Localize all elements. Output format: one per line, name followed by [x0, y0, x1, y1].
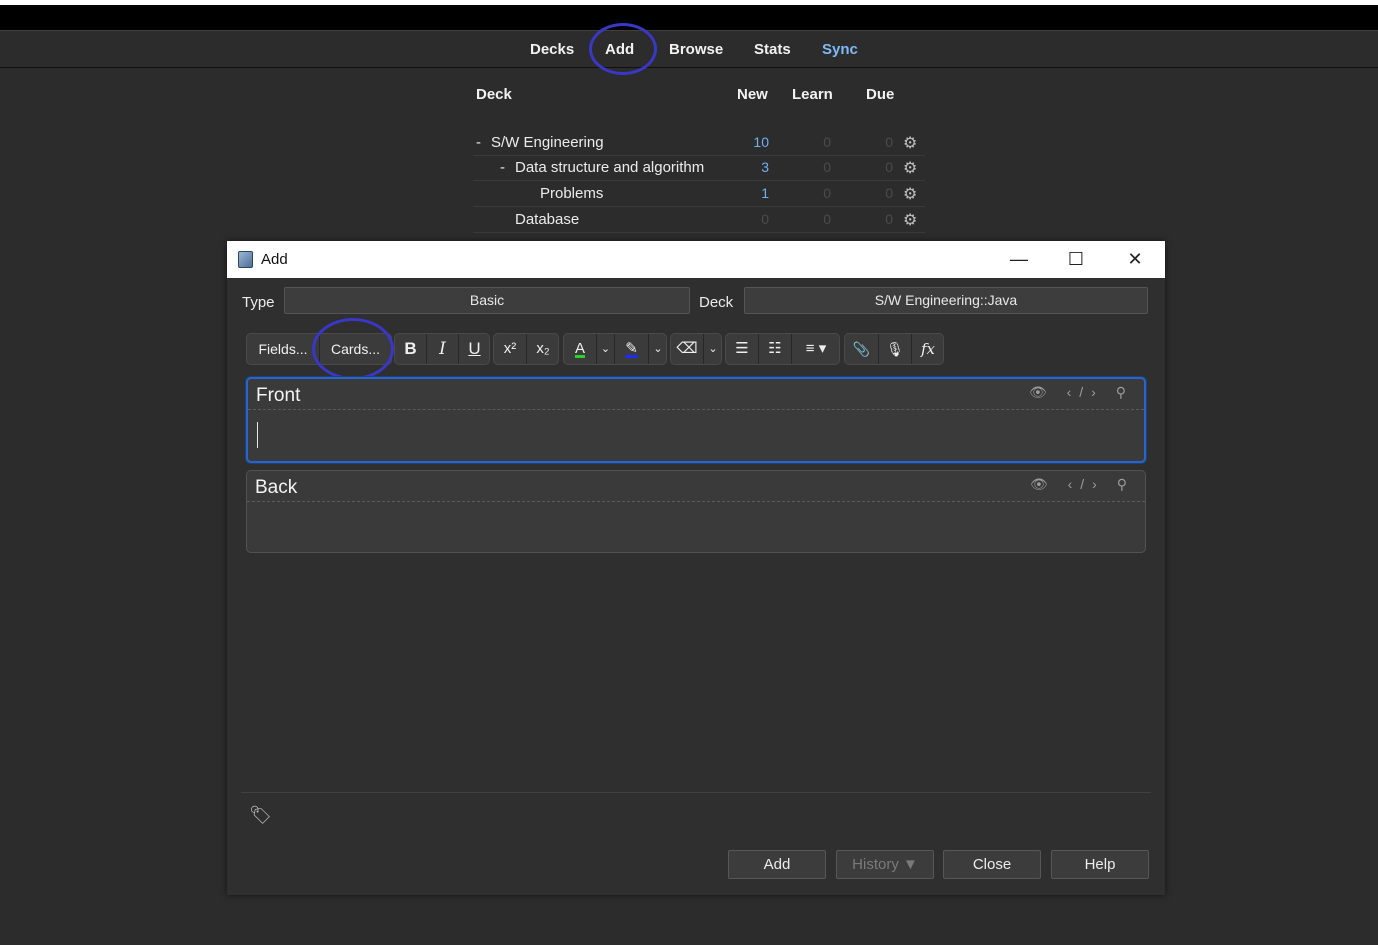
- highlight-button[interactable]: ✎: [614, 334, 648, 364]
- list-group: ☰ ☷ ≡ ▾: [725, 333, 840, 365]
- field-options-icons[interactable]: 👁 ‹/› ⚲: [1030, 476, 1135, 493]
- dialog-title: Add: [261, 251, 288, 268]
- learn-count: 0: [823, 159, 831, 175]
- eraser-icon[interactable]: ⌫: [671, 334, 703, 364]
- nav-sync[interactable]: Sync: [822, 41, 858, 58]
- due-column-header: Due: [866, 86, 895, 103]
- new-column-header: New: [737, 86, 768, 103]
- nav-browse[interactable]: Browse: [669, 41, 723, 58]
- back-field[interactable]: Back 👁 ‹/› ⚲: [246, 470, 1146, 553]
- maximize-button[interactable]: ☐: [1047, 241, 1105, 278]
- collapse-toggle[interactable]: -: [476, 134, 481, 151]
- media-group: 📎 🎙 fx: [844, 333, 944, 365]
- nav-stats[interactable]: Stats: [754, 41, 791, 58]
- nav-decks[interactable]: Decks: [530, 41, 574, 58]
- tag-icon[interactable]: 🏷: [249, 805, 272, 826]
- microphone-icon[interactable]: 🎙: [878, 334, 911, 364]
- learn-count: 0: [823, 185, 831, 201]
- bullet-list-icon[interactable]: ☰: [726, 334, 758, 364]
- text-color-button[interactable]: A: [564, 334, 596, 364]
- chevron-down-icon[interactable]: ⌄: [648, 334, 667, 364]
- learn-count: 0: [823, 211, 831, 227]
- chevron-down-icon[interactable]: ⌄: [703, 334, 722, 364]
- gear-icon[interactable]: ⚙: [903, 158, 917, 178]
- due-count: 0: [885, 185, 893, 201]
- collapse-toggle[interactable]: -: [500, 159, 505, 176]
- type-label: Type: [242, 294, 275, 311]
- add-dialog: Add — ☐ ✕ Type Basic Deck S/W Engineerin…: [227, 241, 1165, 895]
- due-count: 0: [885, 159, 893, 175]
- superscript-button[interactable]: x²: [494, 334, 526, 364]
- deck-name[interactable]: Problems: [540, 185, 603, 202]
- learn-column-header: Learn: [792, 86, 833, 103]
- deck-row[interactable]: Problems 1 0 0 ⚙: [473, 181, 925, 207]
- align-icon[interactable]: ≡ ▾: [791, 334, 840, 364]
- gear-icon[interactable]: ⚙: [903, 133, 917, 153]
- history-button[interactable]: History ▼: [836, 850, 934, 879]
- gear-icon[interactable]: ⚙: [903, 210, 917, 230]
- main-toolbar: Decks Add Browse Stats Sync: [0, 30, 1378, 68]
- subscript-button[interactable]: x₂: [526, 334, 559, 364]
- text-caret: [257, 422, 258, 448]
- italic-button[interactable]: I: [426, 334, 458, 364]
- note-type-picker[interactable]: Basic: [284, 287, 690, 314]
- close-button[interactable]: Close: [943, 850, 1041, 879]
- new-count: 0: [761, 211, 769, 227]
- learn-count: 0: [823, 134, 831, 150]
- color-group: A ⌄ ✎ ⌄: [563, 333, 667, 365]
- add-button[interactable]: Add: [728, 850, 826, 879]
- text-style-group: B I U: [394, 333, 490, 365]
- deck-picker[interactable]: S/W Engineering::Java: [744, 287, 1148, 314]
- front-field-label: Front: [256, 385, 301, 406]
- tag-divider: [241, 792, 1151, 793]
- close-window-button[interactable]: ✕: [1106, 241, 1164, 278]
- field-divider: [248, 409, 1144, 410]
- anki-app-icon: [238, 251, 253, 268]
- deck-name[interactable]: Database: [515, 211, 579, 228]
- deck-name[interactable]: S/W Engineering: [491, 134, 604, 151]
- chevron-down-icon[interactable]: ⌄: [596, 334, 614, 364]
- align-label: ≡: [805, 340, 815, 357]
- deck-column-header: Deck: [476, 86, 512, 103]
- front-field[interactable]: Front 👁 ‹/› ⚲: [246, 377, 1146, 463]
- due-count: 0: [885, 134, 893, 150]
- field-options-icons[interactable]: 👁 ‹/› ⚲: [1029, 384, 1134, 401]
- back-field-label: Back: [255, 477, 298, 498]
- deck-row[interactable]: - S/W Engineering 10 0 0 ⚙: [473, 130, 925, 156]
- new-count: 10: [753, 134, 769, 150]
- fields-button[interactable]: Fields...: [247, 334, 319, 364]
- gear-icon[interactable]: ⚙: [903, 184, 917, 204]
- field-divider: [247, 501, 1145, 502]
- paperclip-icon[interactable]: 📎: [845, 334, 878, 364]
- deck-row[interactable]: Database 0 0 0 ⚙: [473, 207, 925, 233]
- deck-row[interactable]: - Data structure and algorithm 3 0 0 ⚙: [473, 155, 925, 181]
- bold-button[interactable]: B: [395, 334, 426, 364]
- new-count: 3: [761, 159, 769, 175]
- formula-icon[interactable]: fx: [911, 334, 944, 364]
- eraser-group: ⌫ ⌄: [670, 333, 722, 365]
- due-count: 0: [885, 211, 893, 227]
- script-group: x² x₂: [493, 333, 559, 365]
- deck-name[interactable]: Data structure and algorithm: [515, 159, 704, 176]
- title-strip: [0, 5, 1378, 30]
- dialog-titlebar: Add — ☐ ✕: [227, 241, 1165, 278]
- underline-button[interactable]: U: [458, 334, 490, 364]
- deck-label: Deck: [699, 294, 734, 311]
- help-button[interactable]: Help: [1051, 850, 1149, 879]
- highlight-circle-add: [589, 23, 657, 75]
- new-count: 1: [761, 185, 769, 201]
- numbered-list-icon[interactable]: ☷: [758, 334, 791, 364]
- highlight-circle-cards: [312, 318, 394, 380]
- minimize-button[interactable]: —: [990, 241, 1048, 278]
